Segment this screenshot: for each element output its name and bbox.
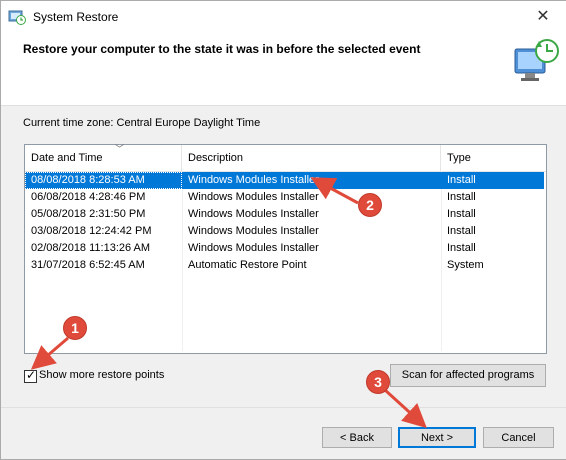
cell-type: Install (447, 242, 476, 254)
cell-date: 02/08/2018 11:13:26 AM (31, 242, 151, 254)
column-header-date[interactable]: Date and Time ﹀ (25, 144, 182, 171)
cell-type: System (447, 259, 484, 271)
system-restore-window: System Restore ✕ Restore your computer t… (0, 0, 566, 460)
table-header: Date and Time ﹀ Description Type (25, 144, 546, 172)
restore-computer-icon (514, 39, 559, 81)
annotation-marker-1: 1 (63, 316, 87, 340)
cell-date: 06/08/2018 4:28:46 PM (31, 191, 146, 203)
cell-date: 03/08/2018 12:24:42 PM (31, 225, 152, 237)
table-row[interactable]: 03/08/2018 12:24:42 PM Windows Modules In… (25, 223, 544, 240)
close-button[interactable]: ✕ (520, 1, 566, 33)
cell-type: Install (447, 191, 476, 203)
timezone-label: Current time zone: Central Europe Daylig… (23, 117, 261, 129)
next-button[interactable]: Next > (398, 427, 476, 448)
table-row[interactable]: 06/08/2018 4:28:46 PM Windows Modules Ins… (25, 189, 544, 206)
back-button[interactable]: < Back (322, 427, 392, 448)
show-more-restore-points-label[interactable]: Show more restore points (39, 369, 164, 381)
title-bar: System Restore ✕ (1, 1, 566, 33)
restore-points-table[interactable]: Date and Time ﹀ Description Type 08/08/2… (24, 144, 547, 354)
table-row[interactable]: 31/07/2018 6:52:45 AM Automatic Restore P… (25, 257, 544, 274)
sort-descending-icon: ﹀ (115, 144, 125, 154)
cell-description: Automatic Restore Point (188, 259, 307, 271)
column-header-description[interactable]: Description (182, 145, 441, 171)
header-panel: Restore your computer to the state it wa… (1, 33, 566, 106)
cell-description: Windows Modules Installer (188, 225, 319, 237)
annotation-marker-3: 3 (366, 370, 390, 394)
cell-date: 05/08/2018 2:31:50 PM (31, 208, 146, 220)
cell-description: Windows Modules Installer (188, 191, 319, 203)
page-heading: Restore your computer to the state it wa… (23, 42, 421, 56)
table-row[interactable]: 02/08/2018 11:13:26 AM Windows Modules In… (25, 240, 544, 257)
window-title: System Restore (33, 10, 119, 24)
cell-description: Windows Modules Installer (188, 208, 319, 220)
cell-date: 08/08/2018 8:28:53 AM (25, 172, 182, 189)
cell-type: Install (447, 225, 476, 237)
cell-description: Windows Modules Installer (188, 242, 319, 254)
cell-type: Install (447, 174, 476, 186)
column-label: Date and Time (31, 152, 103, 164)
cell-date: 31/07/2018 6:52:45 AM (31, 259, 145, 271)
column-header-type[interactable]: Type (441, 145, 546, 171)
checkmark-icon: ✓ (26, 368, 37, 382)
cell-description: Windows Modules Installer (188, 174, 319, 186)
cell-type: Install (447, 208, 476, 220)
scan-affected-programs-button[interactable]: Scan for affected programs (390, 364, 546, 387)
system-restore-icon (8, 10, 26, 25)
annotation-marker-2: 2 (358, 193, 382, 217)
table-row[interactable]: 05/08/2018 2:31:50 PM Windows Modules Ins… (25, 206, 544, 223)
column-label: Description (188, 152, 244, 164)
column-label: Type (447, 152, 471, 164)
cancel-button[interactable]: Cancel (483, 427, 554, 448)
show-more-restore-points-checkbox[interactable]: ✓ (24, 368, 37, 383)
footer-divider (1, 407, 566, 408)
table-row[interactable]: 08/08/2018 8:28:53 AM Windows Modules Ins… (25, 172, 544, 189)
